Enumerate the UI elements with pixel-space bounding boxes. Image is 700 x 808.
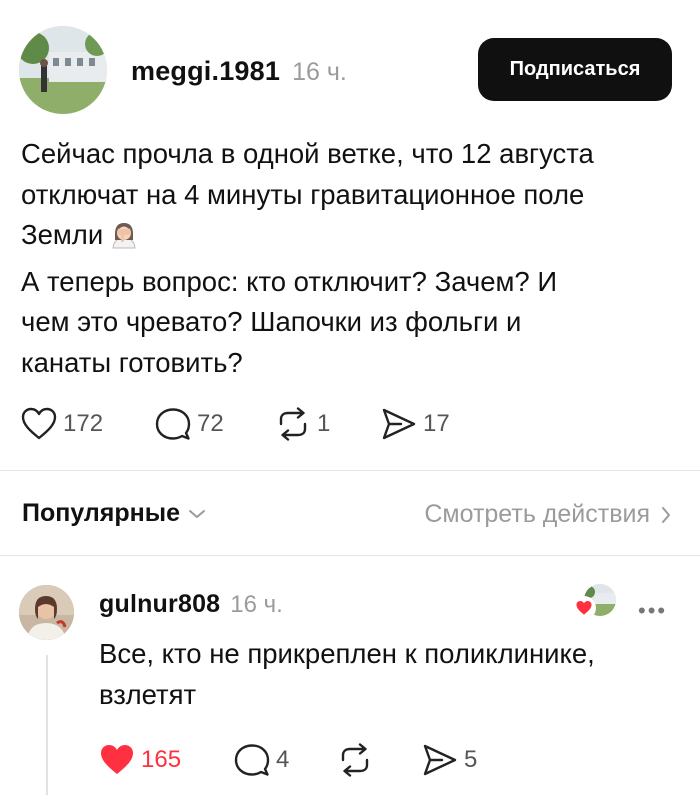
repost-icon (279, 407, 307, 441)
more-options-button[interactable]: ••• (638, 598, 667, 624)
view-activity-link[interactable]: Смотреть действия (424, 500, 672, 529)
reply-header: gulnur808 16 ч. (99, 590, 283, 619)
reply-body: Все, кто не прикреплен к поликлинике, вз… (99, 634, 659, 715)
reply-actions: 165 4 5 (99, 743, 499, 779)
send-icon (423, 744, 457, 776)
woman-facepalming-icon (109, 220, 139, 262)
post-actions: 172 72 1 17 (21, 407, 481, 443)
sort-dropdown[interactable]: Популярные (22, 499, 206, 528)
sort-label: Популярные (22, 499, 181, 527)
post-text-line: Земли (21, 215, 681, 262)
post-text-fragment: Земли (21, 219, 104, 250)
post-text-line: чем это чревато? Шапочки из фольги и (21, 306, 522, 337)
reply-like-button[interactable]: 165 (99, 743, 181, 777)
heart-filled-icon (101, 745, 133, 774)
repost-icon (341, 743, 369, 777)
heart-filled-icon (576, 600, 592, 615)
post-body: Сейчас прочла в одной ветке, что 12 авгу… (21, 134, 681, 383)
reply-share-button[interactable]: 5 (422, 743, 477, 777)
heart-icon (21, 407, 57, 440)
reply-username[interactable]: gulnur808 (99, 590, 220, 619)
like-button[interactable]: 172 (21, 407, 103, 441)
repost-button[interactable]: 1 (275, 407, 330, 441)
heart-badge (572, 596, 596, 620)
thread-line (46, 655, 48, 795)
post-text-line: отключат на 4 минуты гравитационное поле (21, 178, 585, 210)
follow-button[interactable]: Подписаться (478, 38, 672, 101)
reply-share-count: 5 (464, 746, 478, 773)
share-button[interactable]: 17 (381, 407, 450, 441)
reply-text-line: Все, кто не прикреплен к поликлинике, (99, 638, 595, 669)
comment-bubble-icon (234, 744, 270, 776)
view-activity-label: Смотреть действия (424, 500, 650, 528)
repost-count: 1 (317, 410, 331, 437)
post-text-line: канаты готовить? (21, 346, 243, 378)
reply-button[interactable]: 72 (155, 407, 224, 441)
reply-timestamp: 16 ч. (230, 591, 283, 618)
author-username[interactable]: meggi.1981 (131, 56, 280, 87)
send-icon (382, 408, 416, 440)
chevron-down-icon (189, 509, 206, 518)
share-count: 17 (423, 410, 450, 437)
like-count: 172 (63, 410, 104, 437)
reply-like-count: 165 (141, 746, 182, 773)
comment-bubble-icon (155, 408, 191, 440)
reply-comment-button[interactable]: 4 (234, 743, 289, 777)
reply-comment-count: 4 (276, 746, 290, 773)
divider (0, 555, 700, 556)
post-timestamp: 16 ч. (292, 58, 347, 86)
reply-author-avatar[interactable] (19, 585, 74, 640)
divider (0, 470, 700, 471)
author-avatar[interactable] (19, 26, 107, 114)
reply-text-line: взлетят (99, 678, 197, 710)
reply-count: 72 (197, 410, 224, 437)
chevron-right-icon (662, 506, 670, 523)
author-liked-indicator (572, 584, 616, 628)
post-header: meggi.1981 16 ч. (131, 56, 347, 87)
post-text-line: А теперь вопрос: кто отключит? Зачем? И (21, 265, 558, 297)
post-text-line: Сейчас прочла в одной ветке, что 12 авгу… (21, 138, 594, 169)
reply-repost-button[interactable] (337, 743, 373, 777)
